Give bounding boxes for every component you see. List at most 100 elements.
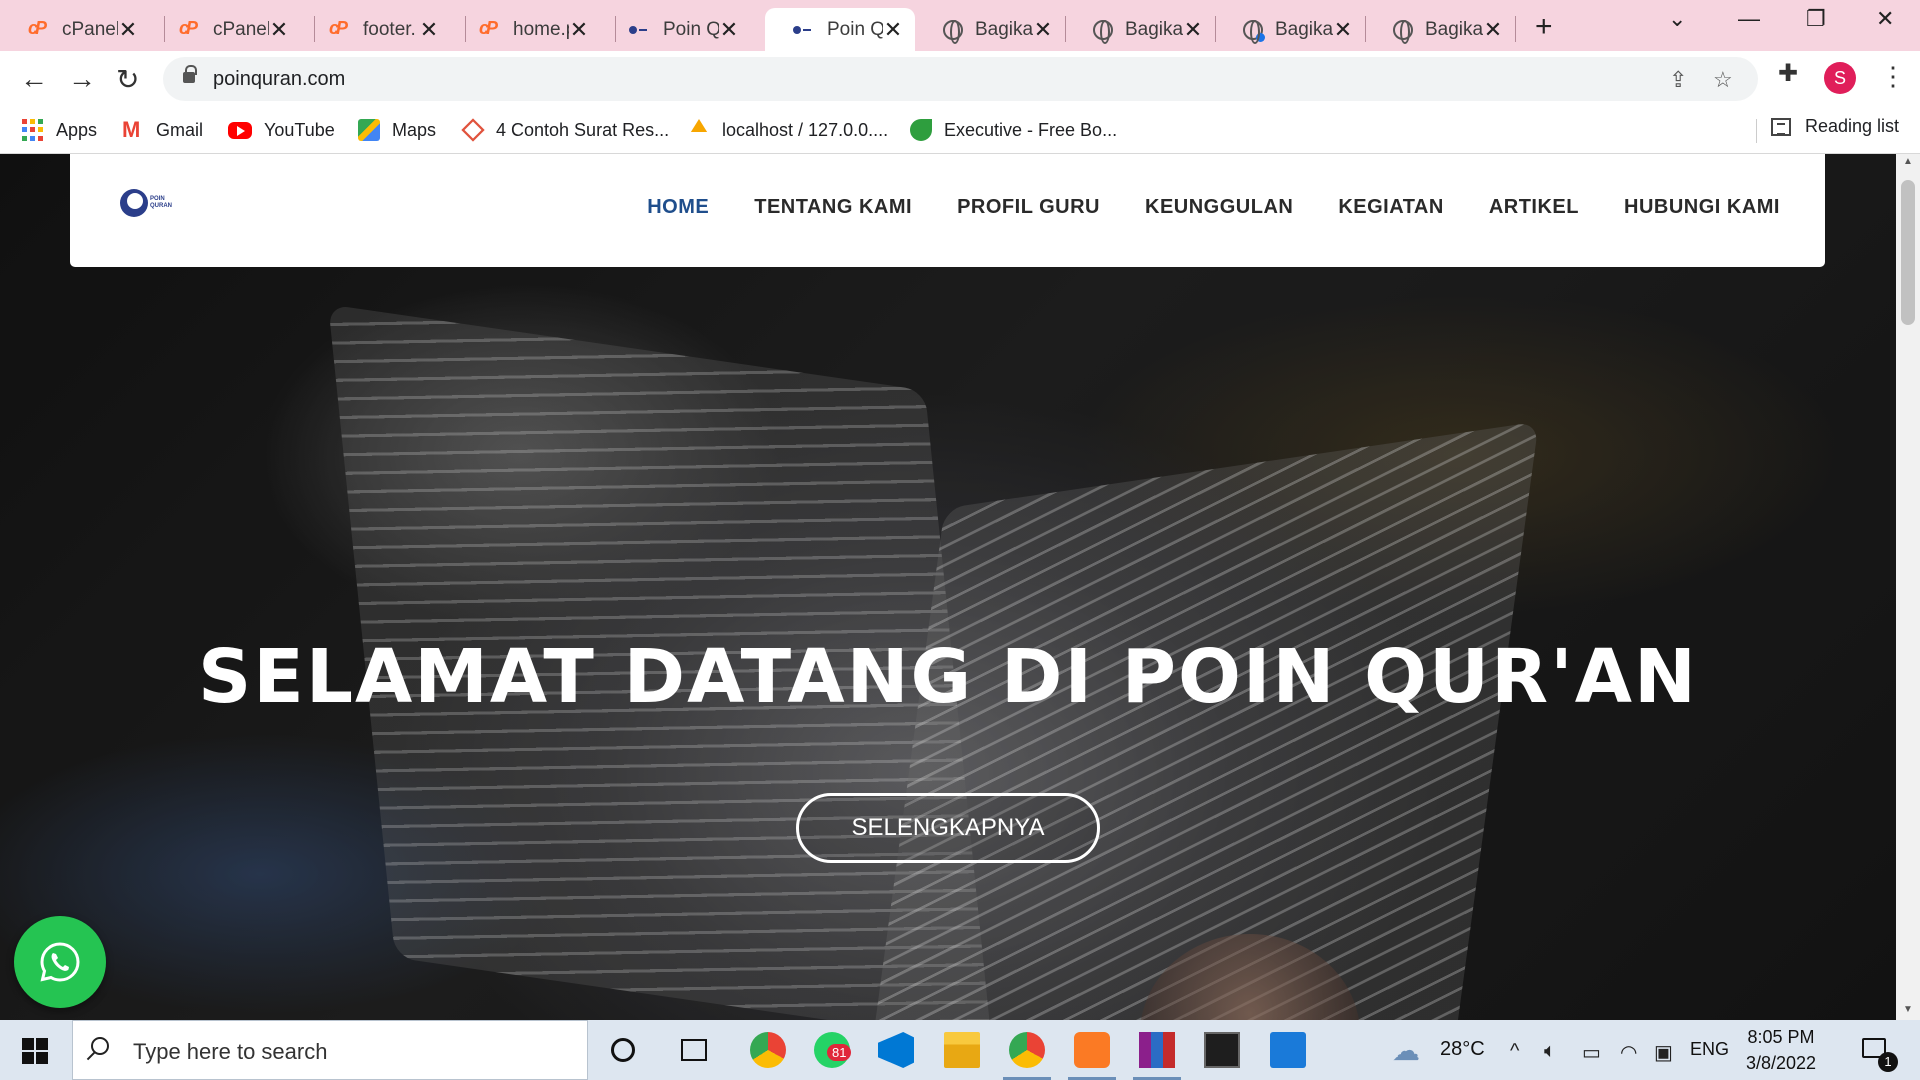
bookmark-maps[interactable]: Maps: [358, 116, 436, 144]
browser-tab[interactable]: Bagika ✕: [1365, 8, 1515, 51]
address-bar[interactable]: poinquran.com ⇪ ☆: [163, 57, 1758, 101]
minimize-icon[interactable]: —: [1738, 6, 1760, 32]
browser-toolbar: ← → ↻ poinquran.com ⇪ ☆ ✚ S ⋮: [0, 51, 1920, 107]
nav-keunggulan[interactable]: KEUNGGULAN: [1145, 196, 1293, 219]
site-logo[interactable]: POIN QURAN: [120, 189, 176, 219]
phpmyadmin-icon: [688, 119, 710, 137]
bookmark-contoh-surat[interactable]: 4 Contoh Surat Res...: [461, 116, 669, 144]
task-view-icon[interactable]: [681, 1039, 707, 1061]
nav-artikel[interactable]: ARTIKEL: [1489, 196, 1579, 219]
main-menu: HOME TENTANG KAMI PROFIL GURU KEUNGGULAN…: [647, 196, 1780, 219]
battery-icon[interactable]: ▭: [1582, 1040, 1601, 1065]
taskbar-clock[interactable]: 8:05 PM 3/8/2022: [1746, 1024, 1816, 1076]
close-icon[interactable]: ✕: [1483, 17, 1503, 43]
weather-temp[interactable]: 28°C: [1440, 1038, 1485, 1061]
url-text[interactable]: poinquran.com: [213, 68, 345, 91]
browser-tab[interactable]: Bagika ✕: [915, 8, 1065, 51]
bookmark-label: Executive - Free Bo...: [944, 119, 1118, 140]
browser-tab[interactable]: Bagika ✕: [1215, 8, 1365, 51]
close-icon[interactable]: ✕: [1183, 17, 1203, 43]
bookmarks-bar: Apps Gmail YouTube Maps 4 Contoh Surat R…: [0, 107, 1920, 154]
language-indicator[interactable]: ENG: [1690, 1039, 1729, 1060]
mail-icon[interactable]: [1270, 1032, 1306, 1068]
browser-tab[interactable]: cPanel✕: [0, 8, 150, 51]
taskbar-search-box[interactable]: Type here to search: [72, 1020, 588, 1080]
close-icon[interactable]: ✕: [1333, 17, 1353, 43]
window-close-icon[interactable]: ✕: [1876, 6, 1894, 32]
site-navbar: POIN QURAN HOME TENTANG KAMI PROFIL GURU…: [70, 154, 1825, 267]
scroll-up-arrow-icon[interactable]: ▲: [1903, 156, 1913, 167]
close-icon[interactable]: ✕: [1033, 17, 1053, 43]
tab-divider: [1515, 16, 1516, 42]
network-icon[interactable]: ▣: [1654, 1040, 1673, 1065]
reading-list-icon: [1771, 117, 1791, 136]
back-arrow-icon[interactable]: ←: [20, 63, 48, 95]
terminal-icon[interactable]: [1204, 1032, 1240, 1068]
browser-tab[interactable]: footer.✕: [301, 8, 451, 51]
close-icon[interactable]: ✕: [569, 17, 589, 43]
chrome-taskbar-icon[interactable]: [750, 1032, 786, 1068]
volume-icon[interactable]: 🔈︎: [1544, 1040, 1556, 1063]
cortana-icon[interactable]: [611, 1038, 635, 1062]
poinquran-icon: [793, 25, 815, 35]
nav-hubungi-kami[interactable]: HUBUNGI KAMI: [1624, 196, 1780, 219]
loading-dot-icon: [1256, 32, 1265, 42]
bookmark-localhost[interactable]: localhost / 127.0.0....: [688, 116, 888, 144]
share-icon[interactable]: ⇪: [1669, 67, 1687, 93]
winrar-icon[interactable]: [1139, 1032, 1175, 1068]
extensions-puzzle-icon[interactable]: ✚: [1778, 59, 1798, 88]
divider: [1756, 119, 1757, 143]
apps-icon: [22, 119, 44, 141]
windows-start-icon[interactable]: [22, 1038, 48, 1064]
whatsapp-icon: [40, 942, 80, 982]
scroll-thumb[interactable]: [1901, 180, 1915, 325]
tab-title: cPanel: [213, 18, 269, 40]
tab-search-chevron-icon[interactable]: ⌄: [1668, 6, 1686, 32]
gmail-icon: [122, 117, 144, 143]
bookmark-star-icon[interactable]: ☆: [1713, 67, 1733, 93]
file-explorer-icon[interactable]: [944, 1032, 980, 1068]
nav-profil-guru[interactable]: PROFIL GURU: [957, 196, 1100, 219]
bookmark-youtube[interactable]: YouTube: [228, 116, 335, 144]
browser-tab[interactable]: cPanel✕: [151, 8, 301, 51]
bookmark-label: YouTube: [264, 119, 335, 140]
tab-title: footer.: [363, 18, 416, 40]
logo-mark-icon: [120, 189, 148, 217]
vscode-taskbar-icon[interactable]: [878, 1032, 914, 1068]
reading-list-button[interactable]: Reading list: [1771, 116, 1899, 137]
page-scrollbar[interactable]: ▲ ▼: [1896, 154, 1920, 1020]
wifi-icon[interactable]: ◠: [1620, 1040, 1637, 1065]
bookmark-apps[interactable]: Apps: [22, 116, 97, 144]
browser-tab[interactable]: Poin Q ✕: [601, 8, 751, 51]
cpanel-icon: [329, 18, 351, 39]
lock-icon[interactable]: [183, 65, 197, 83]
close-icon[interactable]: ✕: [419, 17, 439, 43]
reload-icon[interactable]: ↻: [116, 63, 139, 96]
selengkapnya-button[interactable]: SELENGKAPNYA: [796, 793, 1100, 863]
globe-icon: [943, 19, 963, 44]
bookmark-executive[interactable]: Executive - Free Bo...: [910, 116, 1117, 144]
close-icon[interactable]: ✕: [269, 17, 289, 43]
browser-tab-active[interactable]: Poin Q ✕: [765, 8, 915, 51]
close-icon[interactable]: ✕: [118, 17, 138, 43]
chrome-taskbar-icon[interactable]: [1009, 1032, 1045, 1068]
cpanel-icon: [179, 18, 201, 39]
bookmark-gmail[interactable]: Gmail: [122, 116, 203, 144]
restore-icon[interactable]: ❐: [1806, 6, 1826, 32]
nav-kegiatan[interactable]: KEGIATAN: [1338, 196, 1443, 219]
weather-cloud-icon[interactable]: ☁: [1392, 1034, 1420, 1067]
new-tab-plus-icon[interactable]: +: [1535, 10, 1553, 44]
close-icon[interactable]: ✕: [719, 17, 739, 43]
browser-tab[interactable]: Bagika ✕: [1065, 8, 1215, 51]
xampp-icon[interactable]: [1074, 1032, 1110, 1068]
nav-tentang-kami[interactable]: TENTANG KAMI: [754, 196, 912, 219]
forward-arrow-icon[interactable]: →: [68, 63, 96, 95]
browser-tab[interactable]: home.p✕: [451, 8, 601, 51]
chevron-up-icon[interactable]: ^: [1510, 1040, 1519, 1063]
nav-home[interactable]: HOME: [647, 196, 709, 219]
close-icon[interactable]: ✕: [883, 17, 903, 43]
whatsapp-chat-button[interactable]: [14, 916, 106, 1008]
chrome-menu-icon[interactable]: ⋮: [1880, 61, 1906, 92]
profile-avatar[interactable]: S: [1824, 62, 1856, 94]
scroll-down-arrow-icon[interactable]: ▼: [1903, 1004, 1913, 1015]
